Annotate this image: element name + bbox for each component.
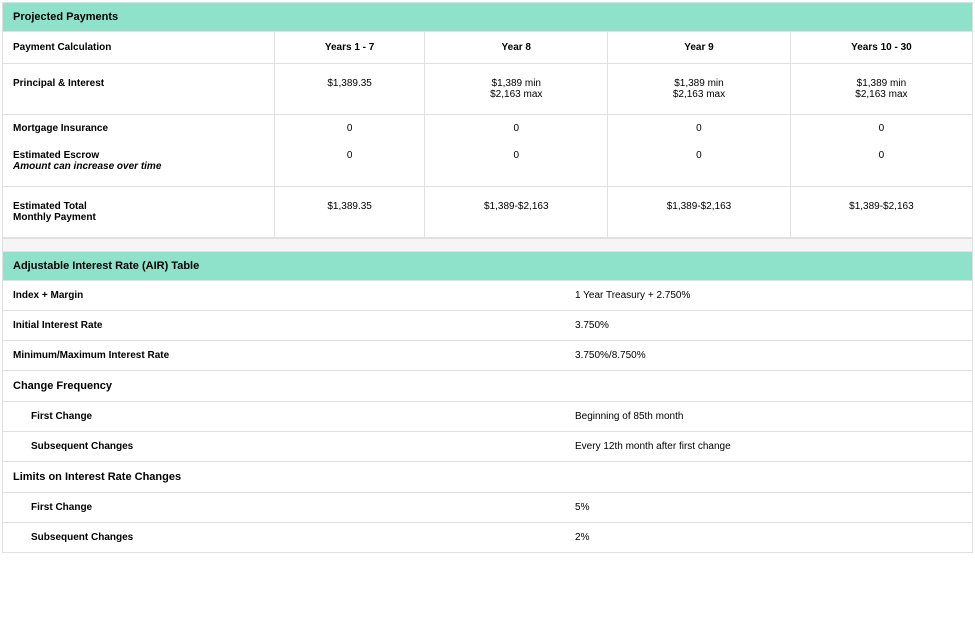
subsequent-change-limit-row: Subsequent Changes 2% [3, 523, 972, 553]
first-change-limit-row: First Change 5% [3, 493, 972, 523]
pi-y2: $1,389 min $2,163 max [425, 64, 608, 115]
row-value: 2% [565, 523, 972, 553]
row-label: First Change [3, 402, 565, 432]
row-value: 3.750%/8.750% [565, 341, 972, 371]
col-year-8: Year 8 [425, 32, 608, 64]
row-label: Estimated Total Monthly Payment [3, 187, 274, 238]
first-change-freq-row: First Change Beginning of 85th month [3, 402, 972, 432]
row-label: Minimum/Maximum Interest Rate [3, 341, 565, 371]
row-label: Principal & Interest [3, 64, 274, 115]
row-value: Beginning of 85th month [565, 402, 972, 432]
escrow-y1: 0 [274, 142, 425, 187]
escrow-y3: 0 [608, 142, 791, 187]
row-label: Subsequent Changes [3, 523, 565, 553]
row-label: Mortgage Insurance [3, 115, 274, 143]
total-y3: $1,389-$2,163 [608, 187, 791, 238]
mi-y1: 0 [274, 115, 425, 143]
principal-interest-row: Principal & Interest $1,389.35 $1,389 mi… [3, 64, 972, 115]
total-y1: $1,389.35 [274, 187, 425, 238]
escrow-note: Amount can increase over time [13, 161, 264, 172]
row-label: Subsequent Changes [3, 432, 565, 462]
limits-heading: Limits on Interest Rate Changes [3, 462, 972, 493]
pi-y4: $1,389 min $2,163 max [790, 64, 972, 115]
air-table-header: Adjustable Interest Rate (AIR) Table [3, 252, 972, 281]
row-label: Index + Margin [3, 281, 565, 311]
escrow-y2: 0 [425, 142, 608, 187]
projected-payments-table: Payment Calculation Years 1 - 7 Year 8 Y… [3, 32, 972, 238]
row-label: Initial Interest Rate [3, 311, 565, 341]
change-frequency-heading: Change Frequency [3, 371, 972, 402]
row-label: Estimated Escrow Amount can increase ove… [3, 142, 274, 187]
row-value: 1 Year Treasury + 2.750% [565, 281, 972, 311]
pi-y3: $1,389 min $2,163 max [608, 64, 791, 115]
col-years-1-7: Years 1 - 7 [274, 32, 425, 64]
estimated-escrow-row: Estimated Escrow Amount can increase ove… [3, 142, 972, 187]
row-label: First Change [3, 493, 565, 523]
air-table: Index + Margin 1 Year Treasury + 2.750% … [3, 281, 972, 552]
pi-y1: $1,389.35 [274, 64, 425, 115]
projected-payments-header: Projected Payments [3, 3, 972, 32]
col-payment-calculation: Payment Calculation [3, 32, 274, 64]
row-value: Every 12th month after first change [565, 432, 972, 462]
index-margin-row: Index + Margin 1 Year Treasury + 2.750% [3, 281, 972, 311]
mi-y4: 0 [790, 115, 972, 143]
initial-rate-row: Initial Interest Rate 3.750% [3, 311, 972, 341]
mi-y2: 0 [425, 115, 608, 143]
col-year-9: Year 9 [608, 32, 791, 64]
total-y4: $1,389-$2,163 [790, 187, 972, 238]
section-gap [3, 238, 972, 252]
row-value: 5% [565, 493, 972, 523]
payments-header-row: Payment Calculation Years 1 - 7 Year 8 Y… [3, 32, 972, 64]
estimated-total-row: Estimated Total Monthly Payment $1,389.3… [3, 187, 972, 238]
mi-y3: 0 [608, 115, 791, 143]
subsequent-change-freq-row: Subsequent Changes Every 12th month afte… [3, 432, 972, 462]
row-value: 3.750% [565, 311, 972, 341]
mortgage-insurance-row: Mortgage Insurance 0 0 0 0 [3, 115, 972, 143]
escrow-y4: 0 [790, 142, 972, 187]
min-max-rate-row: Minimum/Maximum Interest Rate 3.750%/8.7… [3, 341, 972, 371]
total-y2: $1,389-$2,163 [425, 187, 608, 238]
col-years-10-30: Years 10 - 30 [790, 32, 972, 64]
